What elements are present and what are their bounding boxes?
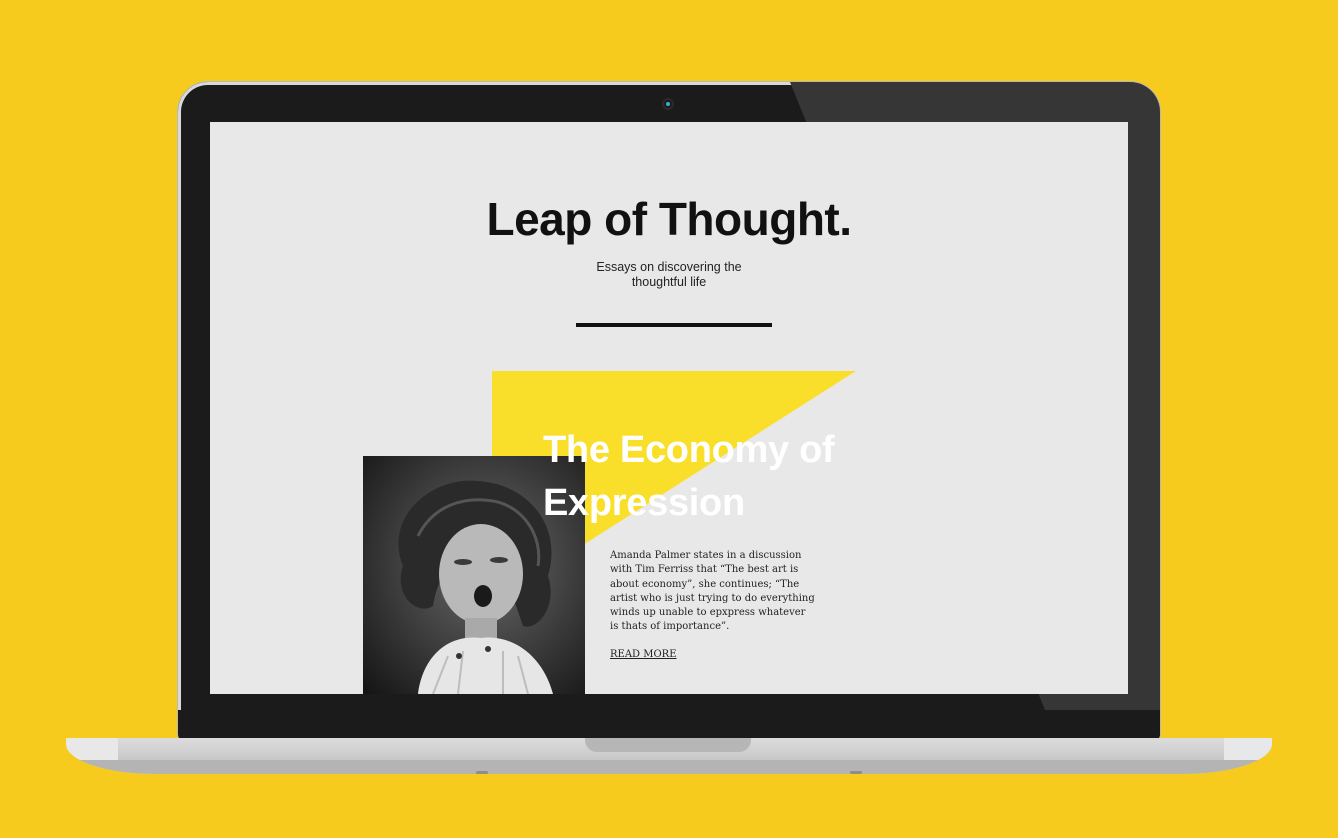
site-tagline: Essays on discovering the thoughtful lif… <box>596 260 742 289</box>
article-excerpt: Amanda Palmer states in a discussion wit… <box>610 550 815 633</box>
laptop-lid: Leap of Thought. Essays on discovering t… <box>178 82 1160 742</box>
browser-screen: Leap of Thought. Essays on discovering t… <box>210 122 1128 694</box>
laptop-foot <box>850 771 862 774</box>
webcam-icon <box>664 100 672 108</box>
site-title[interactable]: Leap of Thought. <box>210 192 1128 246</box>
base-left-edge <box>66 738 118 760</box>
article-title[interactable]: The Economy of Expression <box>543 424 843 530</box>
read-more-link[interactable]: READ MORE <box>610 649 677 660</box>
base-right-edge <box>1224 738 1272 760</box>
thumb-notch <box>585 738 751 752</box>
base-bottom <box>66 760 1272 774</box>
header-divider <box>576 323 772 327</box>
laptop-foot <box>476 771 488 774</box>
laptop-base <box>66 738 1272 774</box>
